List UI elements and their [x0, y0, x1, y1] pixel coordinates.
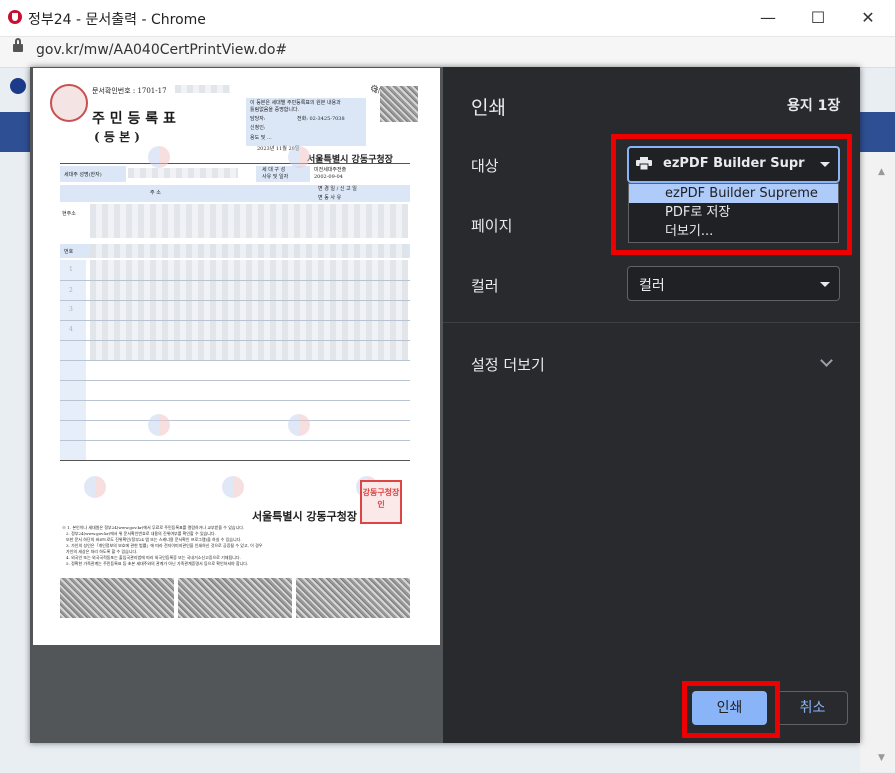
table-top-border: [60, 163, 410, 164]
url-text[interactable]: gov.kr/mw/AA040CertPrintView.do#: [36, 42, 287, 58]
settings-divider: [443, 322, 860, 323]
gov24-favicon-icon: [8, 10, 22, 24]
table-row-line: [60, 300, 410, 301]
barcode-1: [60, 578, 174, 618]
table-row-line: [60, 360, 410, 361]
householder-header: 세대주 성명(한자): [64, 172, 102, 178]
table-row-line: [60, 440, 410, 441]
print-dialog-title: 인쇄: [471, 97, 506, 119]
reason-header: 세 대 구 성 사유 및 일자: [262, 167, 289, 180]
background-scrollbar[interactable]: [860, 152, 895, 772]
number-header: 번호: [64, 249, 74, 255]
background-logo-icon: [10, 78, 26, 94]
table-bottom-border: [60, 460, 410, 461]
footer-issuer: 서울특별시 강동구청장: [252, 510, 358, 523]
field-phone: 전화: 02-3425-7038: [297, 116, 345, 122]
minimize-button[interactable]: —: [748, 4, 788, 32]
current-address-label: 현주소: [62, 211, 76, 217]
document-subtitle: ( 등 본 ): [94, 130, 140, 144]
watermark-icon: [288, 146, 310, 168]
official-seal-icon: [50, 84, 88, 122]
close-button[interactable]: ✕: [848, 4, 888, 32]
redacted-block: [175, 85, 230, 93]
more-settings-toggle[interactable]: 설정 더보기: [471, 354, 545, 375]
barcode-2: [178, 578, 292, 618]
table-row-line: [60, 340, 410, 341]
gov-emblem-icon: ⚙: [370, 84, 379, 95]
color-caret-icon[interactable]: [820, 282, 830, 287]
field-officer: 담당자:: [250, 116, 266, 122]
redacted-members: [90, 260, 408, 360]
color-value: 컬러: [639, 278, 665, 294]
scroll-up-icon[interactable]: ▲: [878, 167, 885, 177]
qr-code: [380, 86, 418, 122]
doc-number: 문서확인번호 : 1701-17: [92, 87, 167, 95]
reason-date: 2002-09-04: [314, 174, 343, 180]
lock-icon: [13, 38, 23, 52]
note-7: 5. 정확한 가족관계는 주민등록표 등·초본 세대주와의 관계가 아닌 가족관…: [66, 561, 249, 566]
destination-highlight-box: [611, 134, 852, 255]
destination-label: 대상: [471, 157, 499, 175]
official-stamp: 강동구청장인: [360, 480, 402, 524]
cert-note-1: 이 등본은 세대별 주민등록표의 원본 내용과: [250, 100, 341, 106]
color-label: 컬러: [471, 277, 499, 295]
field-applicant: 신청인:: [250, 125, 266, 131]
maximize-button[interactable]: ☐: [798, 4, 838, 32]
address-header-row: [60, 185, 410, 202]
change-date-header: 변 경 일 / 신 고 일: [318, 186, 357, 192]
redacted-block: [90, 244, 408, 258]
watermark-icon: [288, 414, 310, 436]
window-title: 정부24 - 문서출력 - Chrome: [28, 12, 206, 28]
table-row-line: [60, 380, 410, 381]
watermark-icon: [84, 476, 106, 498]
cancel-button[interactable]: 취소: [777, 691, 848, 725]
barcode-3: [296, 578, 410, 618]
watermark-icon: [148, 414, 170, 436]
table-row-line: [60, 280, 410, 281]
table-row-line: [60, 400, 410, 401]
address-header: 주 소: [150, 190, 161, 196]
document-title: 주 민 등 록 표: [92, 111, 176, 127]
watermark-icon: [148, 146, 170, 168]
table-row-line: [60, 320, 410, 321]
redacted-address: [90, 204, 408, 238]
change-reason-header: 변 동 사 유: [318, 195, 342, 201]
cert-note-2: 틀림없음을 증명합니다.: [250, 107, 300, 113]
pages-label: 페이지: [471, 217, 513, 235]
watermark-icon: [222, 476, 244, 498]
scroll-down-icon[interactable]: ▼: [878, 753, 885, 763]
table-row-line: [60, 420, 410, 421]
sheet-count: 용지 1장: [787, 98, 841, 114]
print-button-highlight-box: [682, 681, 780, 738]
redacted-block: [128, 168, 238, 178]
reason-value: 미전세대주전출: [314, 167, 347, 173]
field-purpose: 용도 및 ...: [250, 135, 272, 141]
